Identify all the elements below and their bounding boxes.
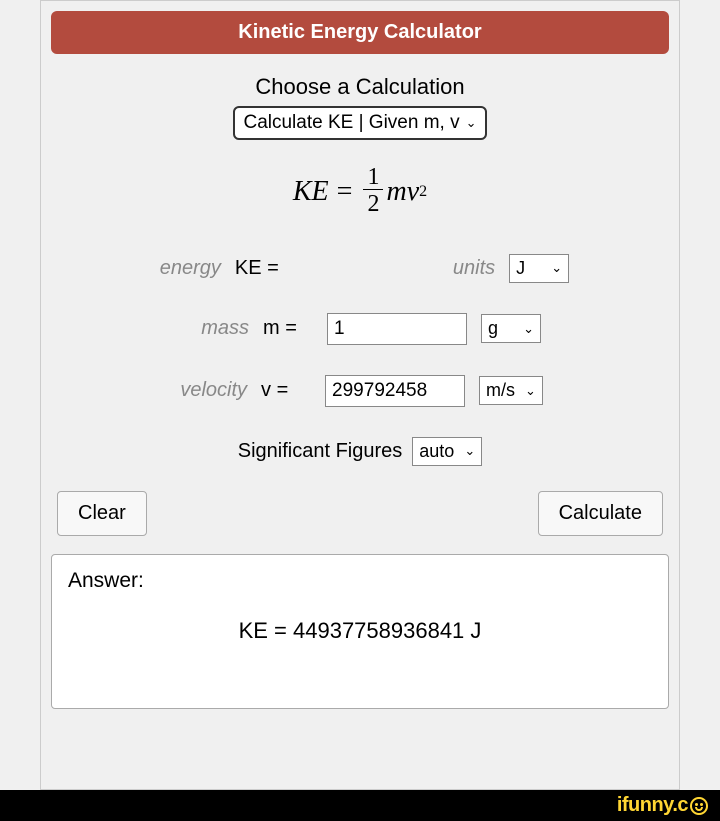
energy-row: energy KE = units J ⌄: [51, 254, 669, 283]
chevron-down-icon: ⌄: [466, 115, 477, 131]
formula-v: v: [407, 176, 419, 208]
formula-exp: 2: [419, 183, 427, 201]
bottom-bar: ifunny.c: [0, 790, 720, 821]
chevron-down-icon: ⌄: [523, 321, 534, 337]
formula-eq: =: [337, 176, 353, 208]
frac-denominator: 2: [363, 190, 383, 219]
mass-unit-value: g: [488, 318, 498, 339]
chevron-down-icon: ⌄: [525, 383, 536, 399]
button-row: Clear Calculate: [51, 491, 669, 536]
mass-unit-select[interactable]: g ⌄: [481, 314, 541, 343]
velocity-desc: velocity: [177, 379, 247, 402]
sigfig-select[interactable]: auto ⌄: [412, 437, 482, 466]
mass-row: mass m = g ⌄: [51, 313, 669, 345]
clear-button[interactable]: Clear: [57, 491, 147, 536]
velocity-unit-value: m/s: [486, 380, 515, 401]
calculation-type-select[interactable]: Calculate KE | Given m, v ⌄: [233, 106, 486, 140]
frac-numerator: 1: [363, 165, 383, 190]
watermark: ifunny.c: [617, 794, 708, 817]
energy-unit-value: J: [516, 258, 525, 279]
mass-desc: mass: [179, 317, 249, 340]
chevron-down-icon: ⌄: [551, 260, 562, 276]
formula-display: KE = 1 2 m v 2: [51, 165, 669, 219]
answer-value: KE = 44937758936841 J: [68, 618, 652, 644]
choose-label: Choose a Calculation: [51, 74, 669, 100]
energy-desc: energy: [151, 257, 221, 280]
mass-symbol: m =: [263, 317, 313, 340]
calculator-panel: Kinetic Energy Calculator Choose a Calcu…: [40, 0, 680, 790]
smile-icon: [690, 797, 708, 815]
watermark-text: ifunny.c: [617, 794, 688, 817]
energy-symbol: KE =: [235, 257, 285, 280]
calculate-button[interactable]: Calculate: [538, 491, 663, 536]
velocity-symbol: v =: [261, 379, 311, 402]
velocity-input[interactable]: [325, 375, 465, 407]
title-bar: Kinetic Energy Calculator: [51, 11, 669, 54]
calc-select-value: Calculate KE | Given m, v: [243, 112, 459, 134]
sigfig-value: auto: [419, 441, 454, 462]
title-text: Kinetic Energy Calculator: [238, 21, 481, 43]
sigfig-label: Significant Figures: [238, 440, 403, 463]
formula-m: m: [386, 176, 406, 208]
velocity-row: velocity v = m/s ⌄: [51, 375, 669, 407]
energy-unit-select[interactable]: J ⌄: [509, 254, 569, 283]
sigfig-row: Significant Figures auto ⌄: [51, 437, 669, 466]
units-label: units: [453, 257, 495, 280]
answer-box: Answer: KE = 44937758936841 J: [51, 554, 669, 709]
mass-input[interactable]: [327, 313, 467, 345]
answer-label: Answer:: [68, 569, 652, 593]
velocity-unit-select[interactable]: m/s ⌄: [479, 376, 543, 405]
chevron-down-icon: ⌄: [464, 443, 475, 459]
formula-lhs: KE: [293, 176, 329, 208]
formula-fraction: 1 2: [363, 165, 383, 219]
calc-select-wrap: Calculate KE | Given m, v ⌄: [51, 106, 669, 140]
